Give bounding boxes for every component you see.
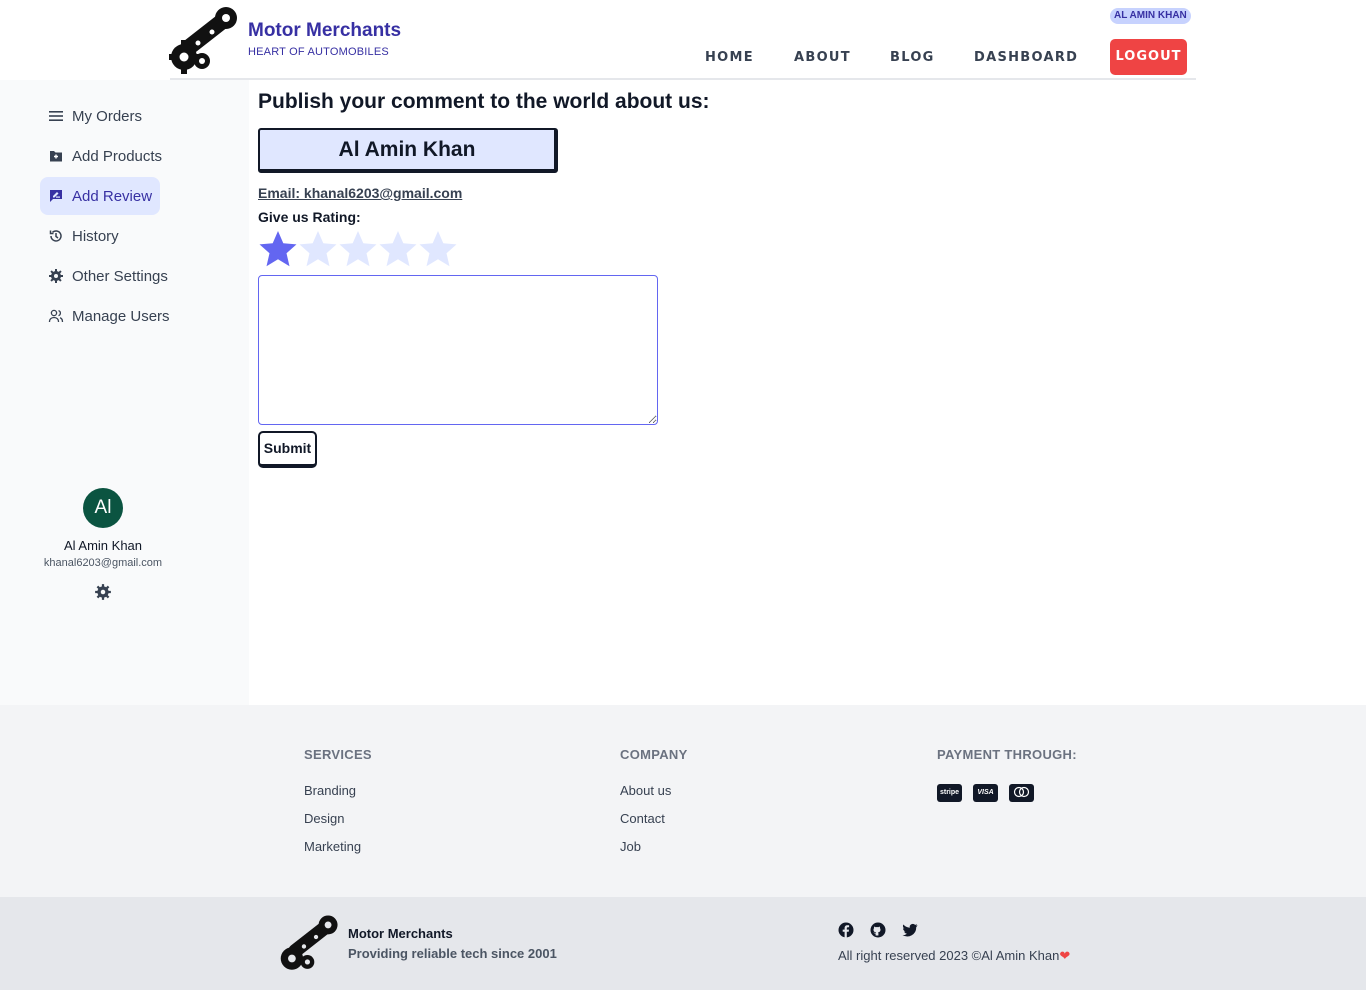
history-icon [49, 230, 62, 242]
users-icon [48, 309, 64, 323]
sidebar-item-label: History [72, 227, 119, 245]
submit-button[interactable]: Submit [258, 431, 317, 468]
footer-brand-title: Motor Merchants [348, 926, 453, 941]
facebook-icon[interactable] [838, 922, 854, 938]
twitter-icon[interactable] [902, 922, 918, 938]
logout-button[interactable]: LOGOUT [1110, 39, 1187, 75]
folder-plus-icon [50, 151, 62, 162]
sidebar-item-label: My Orders [72, 107, 143, 125]
rating-label: Give us Rating: [258, 209, 361, 225]
sidebar-item-label: Add Products [72, 147, 163, 165]
dashboard-sidebar: My Orders Add Products Add Review Histor… [0, 80, 249, 705]
review-icon [50, 190, 62, 202]
company-heading: COMPANY [620, 747, 688, 762]
reviewer-name-box: Al Amin Khan [258, 128, 558, 173]
copyright-label: All right reserved 2023 ©Al Amin Khan [838, 948, 1060, 963]
avatar[interactable]: Al [83, 488, 123, 528]
footer-link-marketing[interactable]: Marketing [304, 839, 361, 854]
services-heading: SERVICES [304, 747, 372, 762]
header-divider [170, 78, 1196, 80]
sidebar-item-history[interactable]: History [40, 217, 127, 255]
bottom-bar: Motor Merchants Providing reliable tech … [0, 897, 1366, 990]
footer-link-job[interactable]: Job [620, 839, 641, 854]
sidebar-item-other-settings[interactable]: Other Settings [40, 257, 176, 295]
rating-star-icon[interactable] [338, 229, 378, 269]
gear-icon [49, 269, 63, 283]
comment-textarea[interactable] [258, 275, 658, 425]
footer: SERVICES Branding Design Marketing COMPA… [0, 705, 1366, 897]
github-icon[interactable] [870, 922, 886, 938]
reviewer-email: Email: khanal6203@gmail.com [258, 185, 463, 201]
sidebar-item-add-review[interactable]: Add Review [40, 177, 161, 215]
nav-dashboard[interactable]: DASHBOARD [974, 50, 1078, 65]
brand-subtitle: HEART OF AUTOMOBILES [248, 46, 389, 58]
footer-link-design[interactable]: Design [304, 811, 344, 826]
rating-star-icon[interactable] [378, 229, 418, 269]
payment-heading: PAYMENT THROUGH: [937, 747, 1077, 762]
brand-logo-icon[interactable] [168, 3, 242, 75]
sidebar-item-label: Manage Users [72, 307, 170, 325]
user-name-badge: AL AMIN KHAN [1110, 8, 1191, 24]
footer-link-about-us[interactable]: About us [620, 783, 671, 798]
copyright-text: All right reserved 2023 ©Al Amin Khan❤ [838, 948, 1070, 964]
nav-about[interactable]: ABOUT [794, 50, 851, 65]
nav-blog[interactable]: BLOG [890, 50, 935, 65]
sidebar-user-email: khanal6203@gmail.com [43, 557, 163, 569]
list-icon [49, 111, 63, 121]
star-rating[interactable] [258, 229, 458, 269]
page-title: Publish your comment to the world about … [258, 90, 710, 113]
rating-star-icon[interactable] [298, 229, 338, 269]
sidebar-item-manage-users[interactable]: Manage Users [40, 297, 178, 335]
sidebar-item-label: Other Settings [72, 267, 168, 285]
footer-link-branding[interactable]: Branding [304, 783, 356, 798]
mastercard-icon [1009, 784, 1034, 802]
brand-title[interactable]: Motor Merchants [248, 20, 401, 42]
footer-tagline: Providing reliable tech since 2001 [348, 946, 557, 961]
sidebar-item-add-products[interactable]: Add Products [40, 137, 170, 175]
stripe-icon: stripe [937, 784, 962, 802]
sidebar-item-label: Add Review [72, 187, 153, 205]
header: Motor Merchants HEART OF AUTOMOBILES AL … [0, 0, 1366, 80]
heart-icon: ❤ [1059, 948, 1071, 963]
footer-link-contact[interactable]: Contact [620, 811, 665, 826]
sidebar-user-name: Al Amin Khan [63, 538, 143, 553]
visa-icon: VISA [973, 784, 998, 802]
brand-logo-icon[interactable] [278, 912, 342, 974]
rating-star-icon[interactable] [258, 229, 298, 269]
sidebar-item-my-orders[interactable]: My Orders [40, 97, 150, 135]
settings-gear-icon[interactable] [94, 583, 112, 601]
nav-home[interactable]: HOME [705, 50, 754, 65]
rating-star-icon[interactable] [418, 229, 458, 269]
